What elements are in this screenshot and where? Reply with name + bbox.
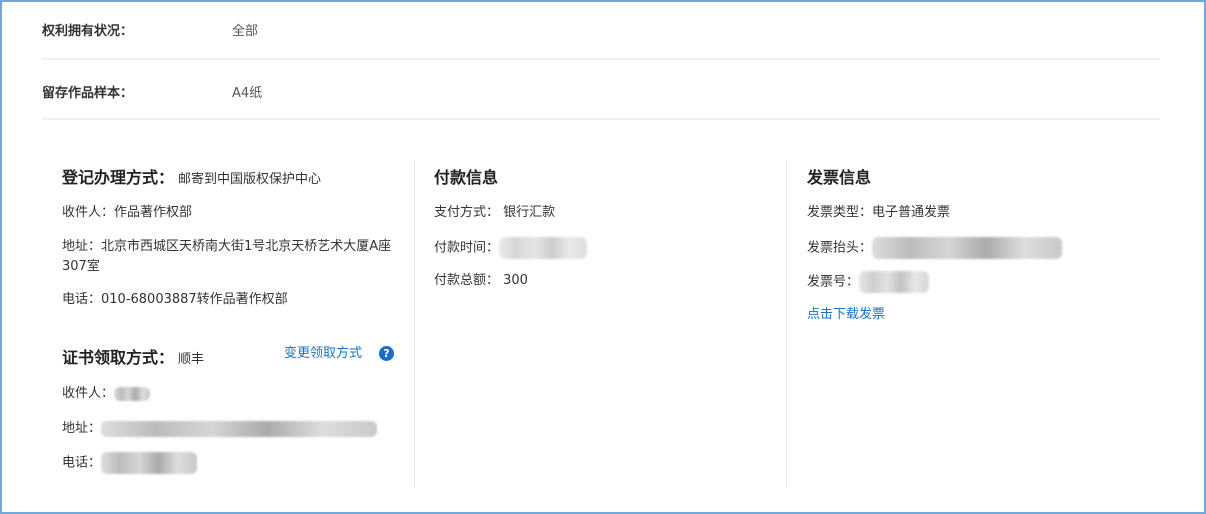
invoice-header-label: 发票抬头：	[807, 240, 873, 256]
sample-row: 留存作品样本： A4纸	[42, 60, 1160, 120]
phone-label: 电话：	[62, 455, 102, 471]
registration-address: 地址：北京市西城区天桥南大街1号北京天桥艺术大厦A座307室	[62, 239, 392, 274]
sample-value: A4纸	[232, 86, 263, 101]
change-pickup-link[interactable]: 变更领取方式	[284, 344, 362, 364]
recipient-label: 收件人：	[62, 386, 115, 401]
invoice-column: 发票信息 发票类型：电子普通发票 发票抬头： 发票号： 点击下载发票	[807, 150, 1167, 488]
registration-heading: 登记办理方式： 邮寄到中国版权保护中心	[62, 164, 321, 188]
certificate-recipient: 收件人：	[62, 384, 151, 404]
invoice-number: 发票号：	[807, 271, 930, 293]
registration-method: 邮寄到中国版权保护中心	[178, 172, 322, 187]
payment-column: 付款信息 支付方式： 银行汇款 付款时间： 付款总额： 300	[434, 150, 786, 488]
rights-label: 权利拥有状况：	[42, 24, 134, 39]
help-icon[interactable]: ?	[379, 346, 394, 361]
redacted-invoice-number	[859, 271, 930, 293]
payment-method: 支付方式： 银行汇款	[434, 205, 556, 220]
address-label: 地址：	[62, 421, 102, 436]
registration-phone: 电话：010-68003887转作品著作权部	[62, 292, 288, 307]
certificate-phone: 电话：	[62, 452, 198, 474]
registration-title: 登记办理方式：	[62, 168, 175, 187]
rights-value: 全部	[232, 24, 259, 39]
redacted-time	[499, 237, 588, 259]
divider	[414, 160, 415, 488]
certificate-title: 证书领取方式：	[62, 348, 175, 367]
payment-total: 付款总额： 300	[434, 273, 528, 288]
invoice-number-label: 发票号：	[807, 274, 860, 290]
invoice-header: 发票抬头：	[807, 237, 1063, 259]
divider	[786, 160, 787, 488]
registration-column: 登记办理方式： 邮寄到中国版权保护中心 收件人：作品著作权部 地址：北京市西城区天…	[62, 150, 414, 488]
redacted-address	[101, 420, 378, 437]
sample-label: 留存作品样本：	[42, 86, 134, 101]
rights-row: 权利拥有状况： 全部	[42, 0, 1160, 60]
registration-recipient: 收件人：作品著作权部	[62, 205, 193, 220]
invoice-heading: 发票信息	[807, 168, 872, 187]
certificate-method: 顺丰	[178, 352, 205, 367]
invoice-type: 发票类型：电子普通发票	[807, 205, 951, 220]
download-invoice-link[interactable]: 点击下载发票	[807, 305, 885, 325]
payment-heading: 付款信息	[434, 168, 499, 187]
payment-time-label: 付款时间：	[434, 240, 500, 256]
redacted-invoice-header	[872, 237, 1063, 259]
certificate-address: 地址：	[62, 419, 378, 439]
redacted-recipient	[114, 386, 151, 401]
payment-time: 付款时间：	[434, 237, 588, 259]
certificate-heading: 证书领取方式： 顺丰	[62, 344, 204, 368]
redacted-phone	[101, 452, 198, 474]
